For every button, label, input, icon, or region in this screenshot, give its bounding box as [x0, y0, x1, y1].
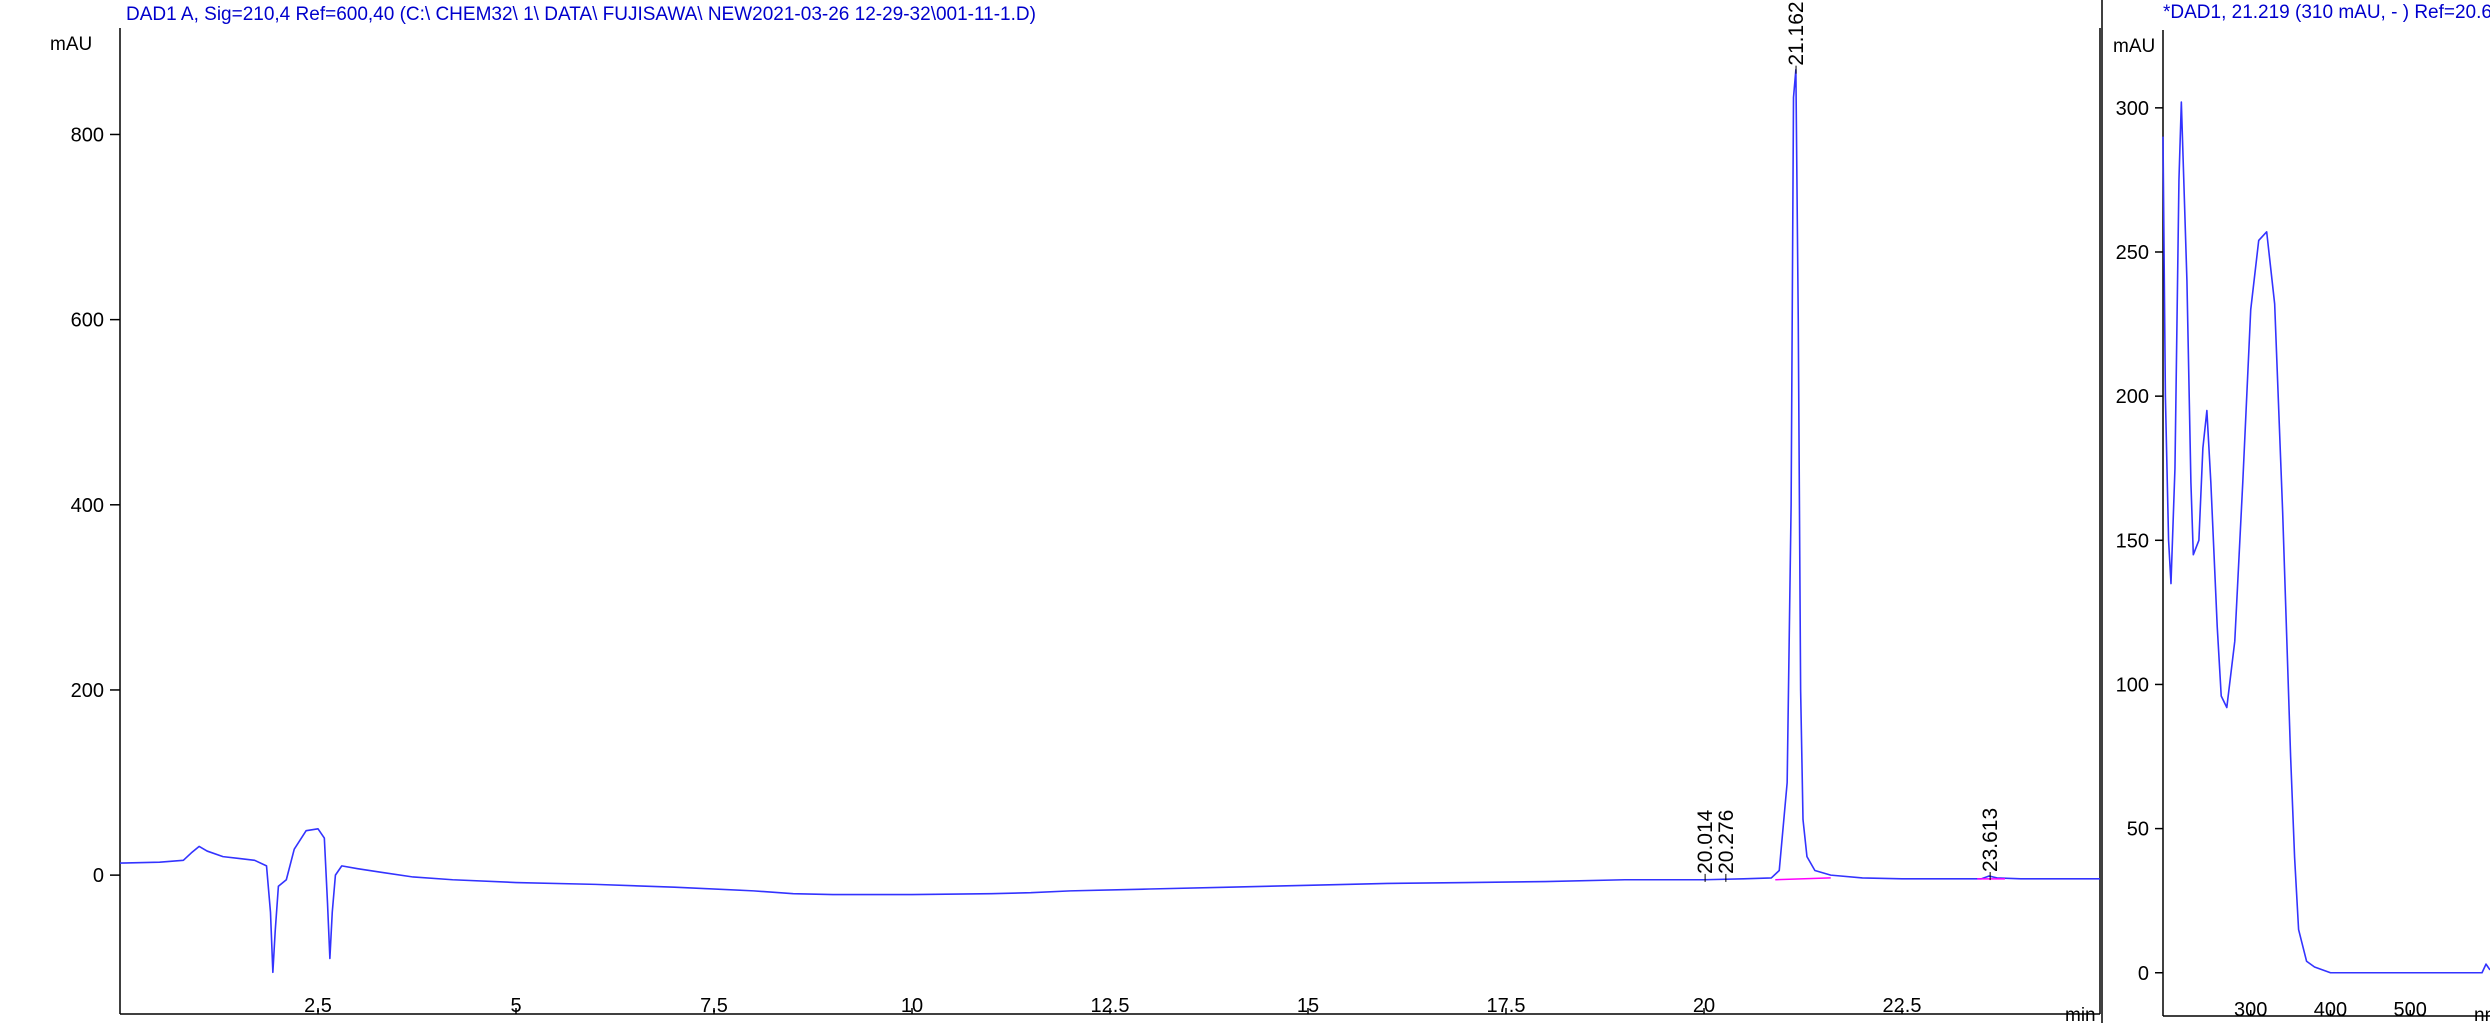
- chromatogram-x-tick-label: 17.5: [1487, 995, 1526, 1017]
- chromatogram-x-tick-label: 20: [1693, 995, 1715, 1017]
- chromatogram-title: DAD1 A, Sig=210,4 Ref=600,40 (C:\ CHEM32…: [126, 4, 1036, 25]
- spectrum-x-unit: nm: [2474, 1005, 2490, 1023]
- spectrum-y-tick-label: 0: [2138, 963, 2149, 985]
- spectrum-series: [2162, 101, 2490, 974]
- peak-retention-label: 20.276: [1715, 810, 1738, 874]
- chromatogram-x-tick-label: 7.5: [700, 995, 728, 1017]
- spectrum-title: *DAD1, 21.219 (310 mAU, - ) Ref=20.672 &: [2163, 2, 2490, 23]
- chromatogram-x-tick-label: 2.5: [304, 995, 332, 1017]
- chromatogram-x-tick-label: 12.5: [1091, 995, 1130, 1017]
- chromatogram-panel: DAD1 A, Sig=210,4 Ref=600,40 (C:\ CHEM32…: [50, 1, 2101, 1023]
- spectrum-y-tick-label: 300: [2116, 98, 2149, 120]
- spectrum-x-tick-label: 500: [2394, 999, 2427, 1021]
- chromatogram-y-unit: mAU: [50, 34, 92, 55]
- spectrum-x-tick-label: 400: [2314, 999, 2347, 1021]
- chromatogram-figure: DAD1 A, Sig=210,4 Ref=600,40 (C:\ CHEM32…: [50, 0, 2490, 1023]
- chromatogram-y-tick-label: 400: [71, 495, 104, 517]
- chromatogram-trace-line: [119, 68, 2100, 974]
- chromatogram-x-tick-label: 10: [901, 995, 923, 1017]
- spectrum-trace-line: [2162, 101, 2490, 974]
- chromatogram-ticks: 0 200 400 600 800 2.5 5 7.5 10 12.5 15 17.5 20 22.5: [71, 124, 1922, 1017]
- chromatogram-y-tick-label: 0: [93, 865, 104, 887]
- chromatogram-series: [119, 68, 2100, 974]
- spectrum-y-tick-label: 250: [2116, 242, 2149, 264]
- uv-spectrum-panel: *DAD1, 21.219 (310 mAU, - ) Ref=20.672 &…: [2101, 0, 2490, 1023]
- chromatogram-x-tick-label: 22.5: [1883, 995, 1922, 1017]
- peak-retention-label: 23.613: [1979, 808, 2002, 872]
- spectrum-y-tick-label: 200: [2116, 386, 2149, 408]
- peak-retention-label: 21.162: [1785, 1, 1808, 65]
- spectrum-y-tick-label: 50: [2127, 819, 2149, 841]
- chromatogram-x-tick-label: 15: [1297, 995, 1319, 1017]
- chromatogram-y-tick-label: 800: [71, 124, 104, 146]
- integration-baseline: [1775, 877, 1831, 881]
- chromatogram-y-tick-label: 600: [71, 310, 104, 332]
- chromatogram-x-tick-label: 5: [510, 995, 521, 1017]
- spectrum-y-tick-label: 150: [2116, 530, 2149, 552]
- spectrum-x-tick-label: 300: [2234, 999, 2267, 1021]
- spectrum-y-unit: mAU: [2113, 36, 2155, 57]
- peak-retention-label: 20.014: [1694, 809, 1717, 874]
- chromatogram-peak-labels: 20.01420.276 21.162 23.613: [1694, 1, 2002, 882]
- chromatogram-y-tick-label: 200: [71, 680, 104, 702]
- spectrum-y-tick-label: 100: [2116, 674, 2149, 696]
